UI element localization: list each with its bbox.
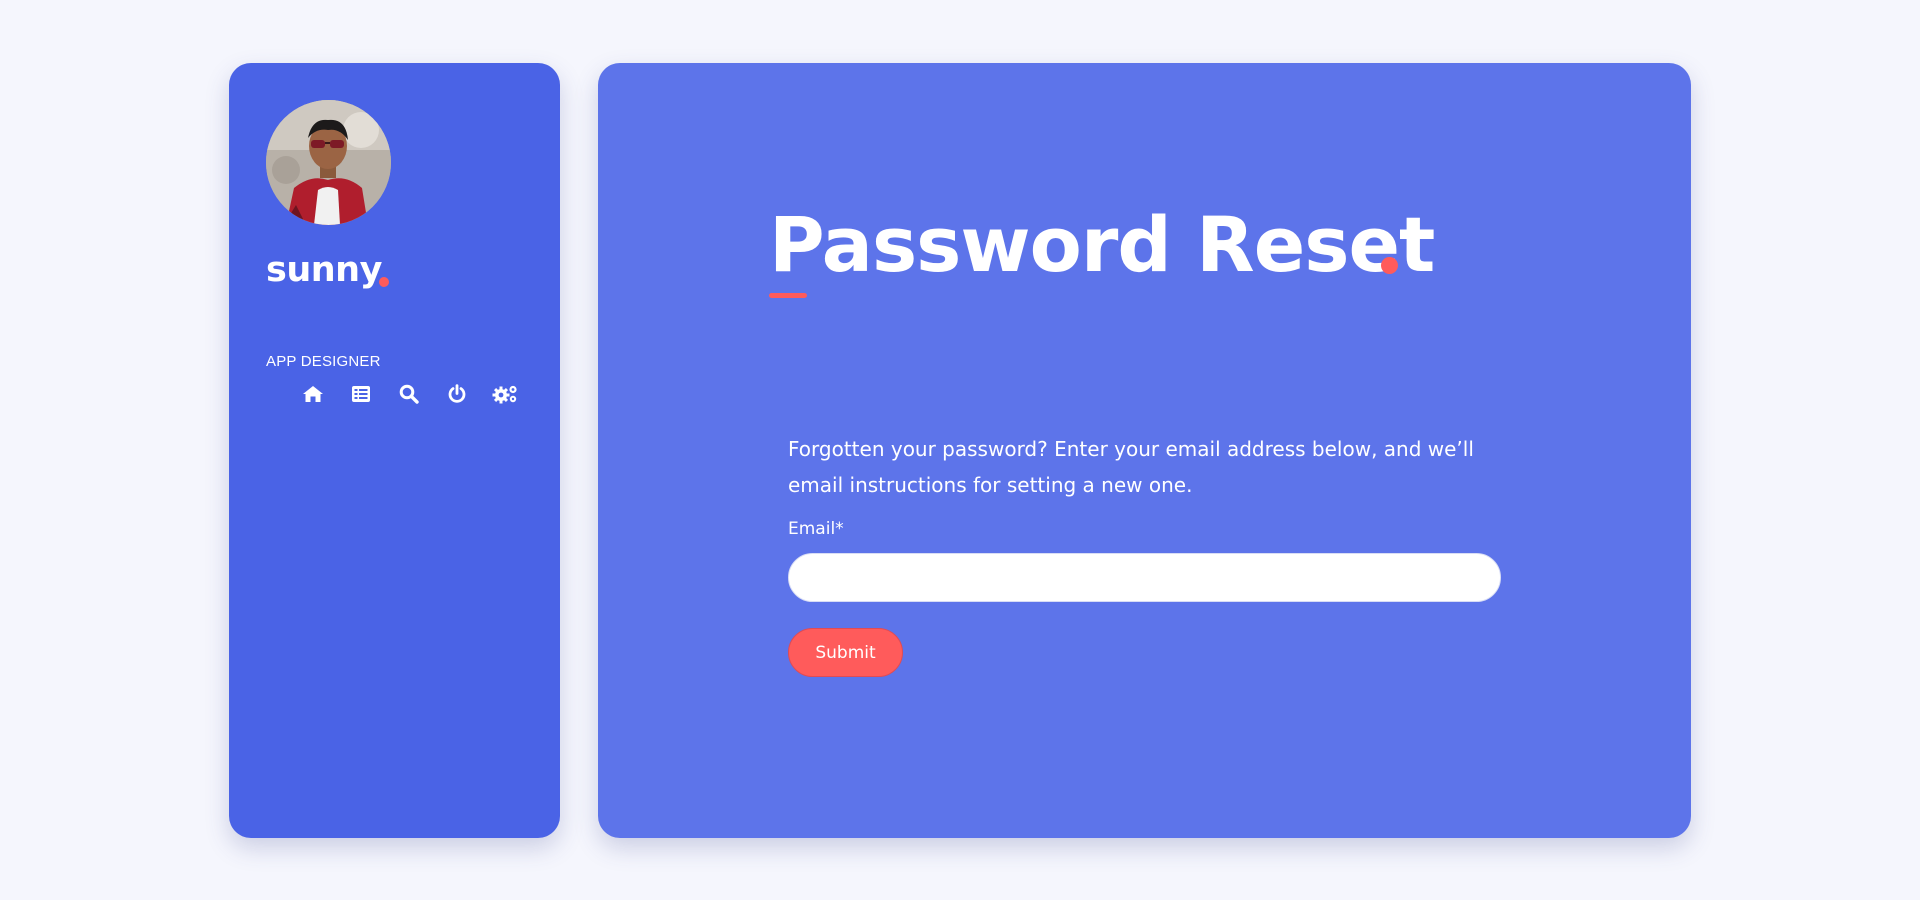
- nav-home[interactable]: [289, 381, 337, 407]
- page-title: Password Reset: [769, 200, 1435, 289]
- power-icon: [448, 384, 466, 403]
- settings-icon: [492, 385, 517, 404]
- list-icon: [352, 386, 370, 402]
- name-accent-dot: [379, 277, 389, 287]
- main-panel: Password Reset Forgotten your password? …: [598, 63, 1691, 838]
- user-role: APP DESIGNER: [266, 353, 381, 370]
- avatar-photo: [266, 100, 391, 225]
- instructions-text: Forgotten your password? Enter your emai…: [788, 437, 1474, 497]
- title-accent-dot: [1381, 257, 1398, 274]
- sidebar-nav: [289, 381, 529, 407]
- nav-power[interactable]: [433, 381, 481, 407]
- email-label: Email*: [788, 519, 844, 539]
- profile-sidebar: sunny APP DESIGNER: [229, 63, 560, 838]
- avatar: [266, 100, 391, 225]
- email-input[interactable]: [788, 553, 1501, 602]
- search-icon: [399, 384, 419, 404]
- nav-search[interactable]: [385, 381, 433, 407]
- nav-list[interactable]: [337, 381, 385, 407]
- submit-button[interactable]: Submit: [788, 628, 903, 677]
- password-reset-form: Forgotten your password? Enter your emai…: [788, 431, 1502, 677]
- user-name: sunny: [266, 250, 382, 290]
- home-icon: [303, 386, 323, 402]
- nav-settings[interactable]: [481, 381, 529, 407]
- title-underline: [769, 293, 807, 298]
